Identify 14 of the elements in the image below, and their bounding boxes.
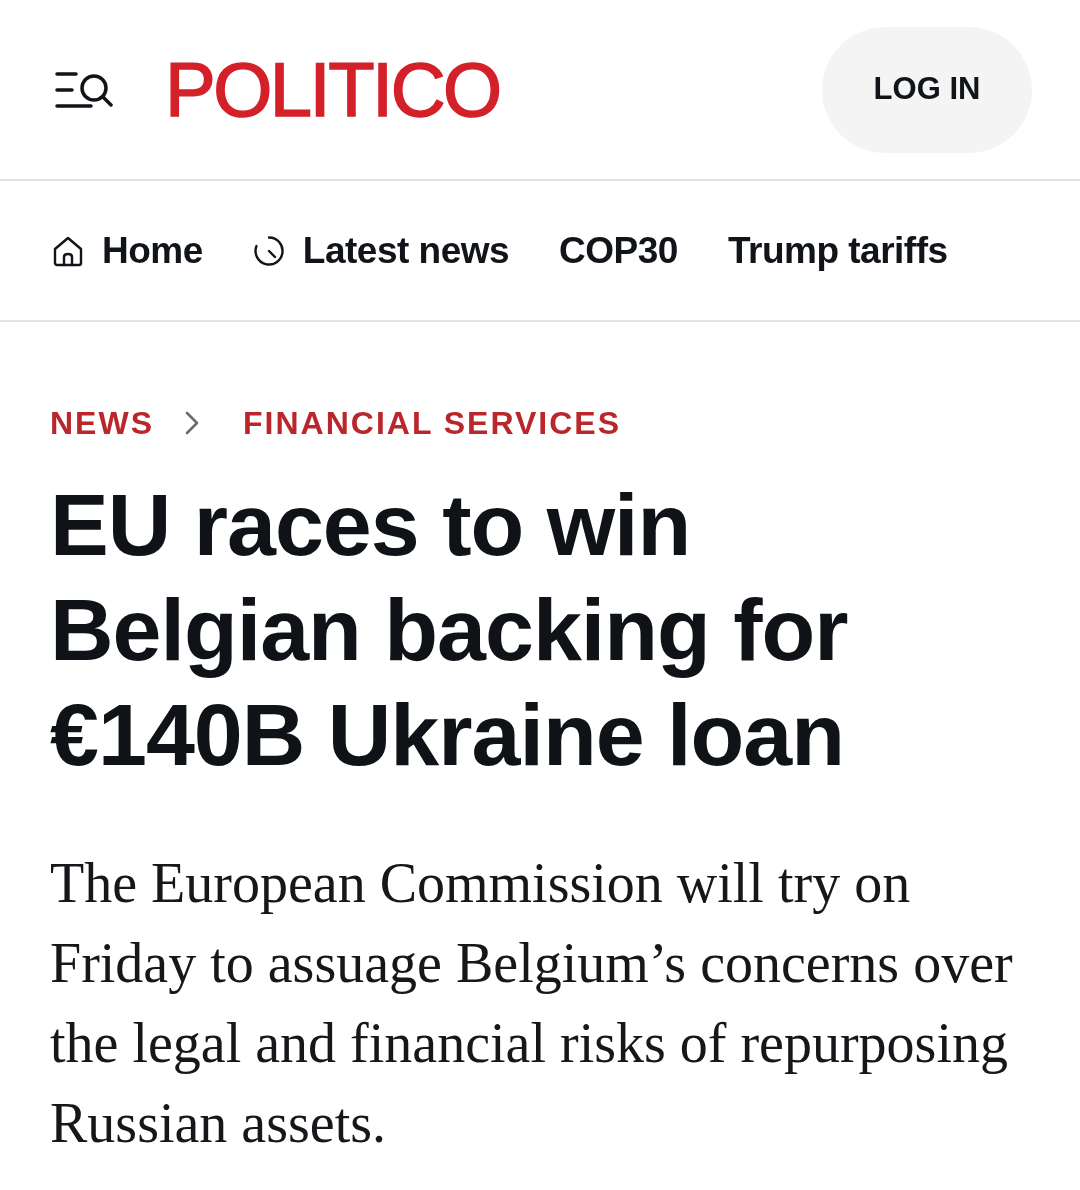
article-summary: The European Commission will try on Friday to assuage Belgium’s concerns over the legal and financial risks of repurposing Russian assets. [50,851,1014,1156]
login-button[interactable]: LOG IN [822,26,1032,153]
logo[interactable]: POLITICO [165,51,500,128]
breadcrumb-link[interactable]: NEWS [50,402,154,444]
nav-link[interactable]: Trump tariffs [727,222,948,279]
breadcrumb-link[interactable]: FINANCIAL SERVICES [243,402,621,444]
clock-icon [252,234,285,267]
nav-link[interactable]: Home [52,222,203,279]
nav-link[interactable]: COP30 [559,222,678,279]
menu-search-icon[interactable] [55,70,113,109]
article-headline: EU races to win Belgian backing for €140B Ukraine loan [50,474,849,786]
home-icon [52,234,84,267]
nav-link[interactable]: Latest news [252,222,510,279]
chevron-right-icon [185,411,199,435]
